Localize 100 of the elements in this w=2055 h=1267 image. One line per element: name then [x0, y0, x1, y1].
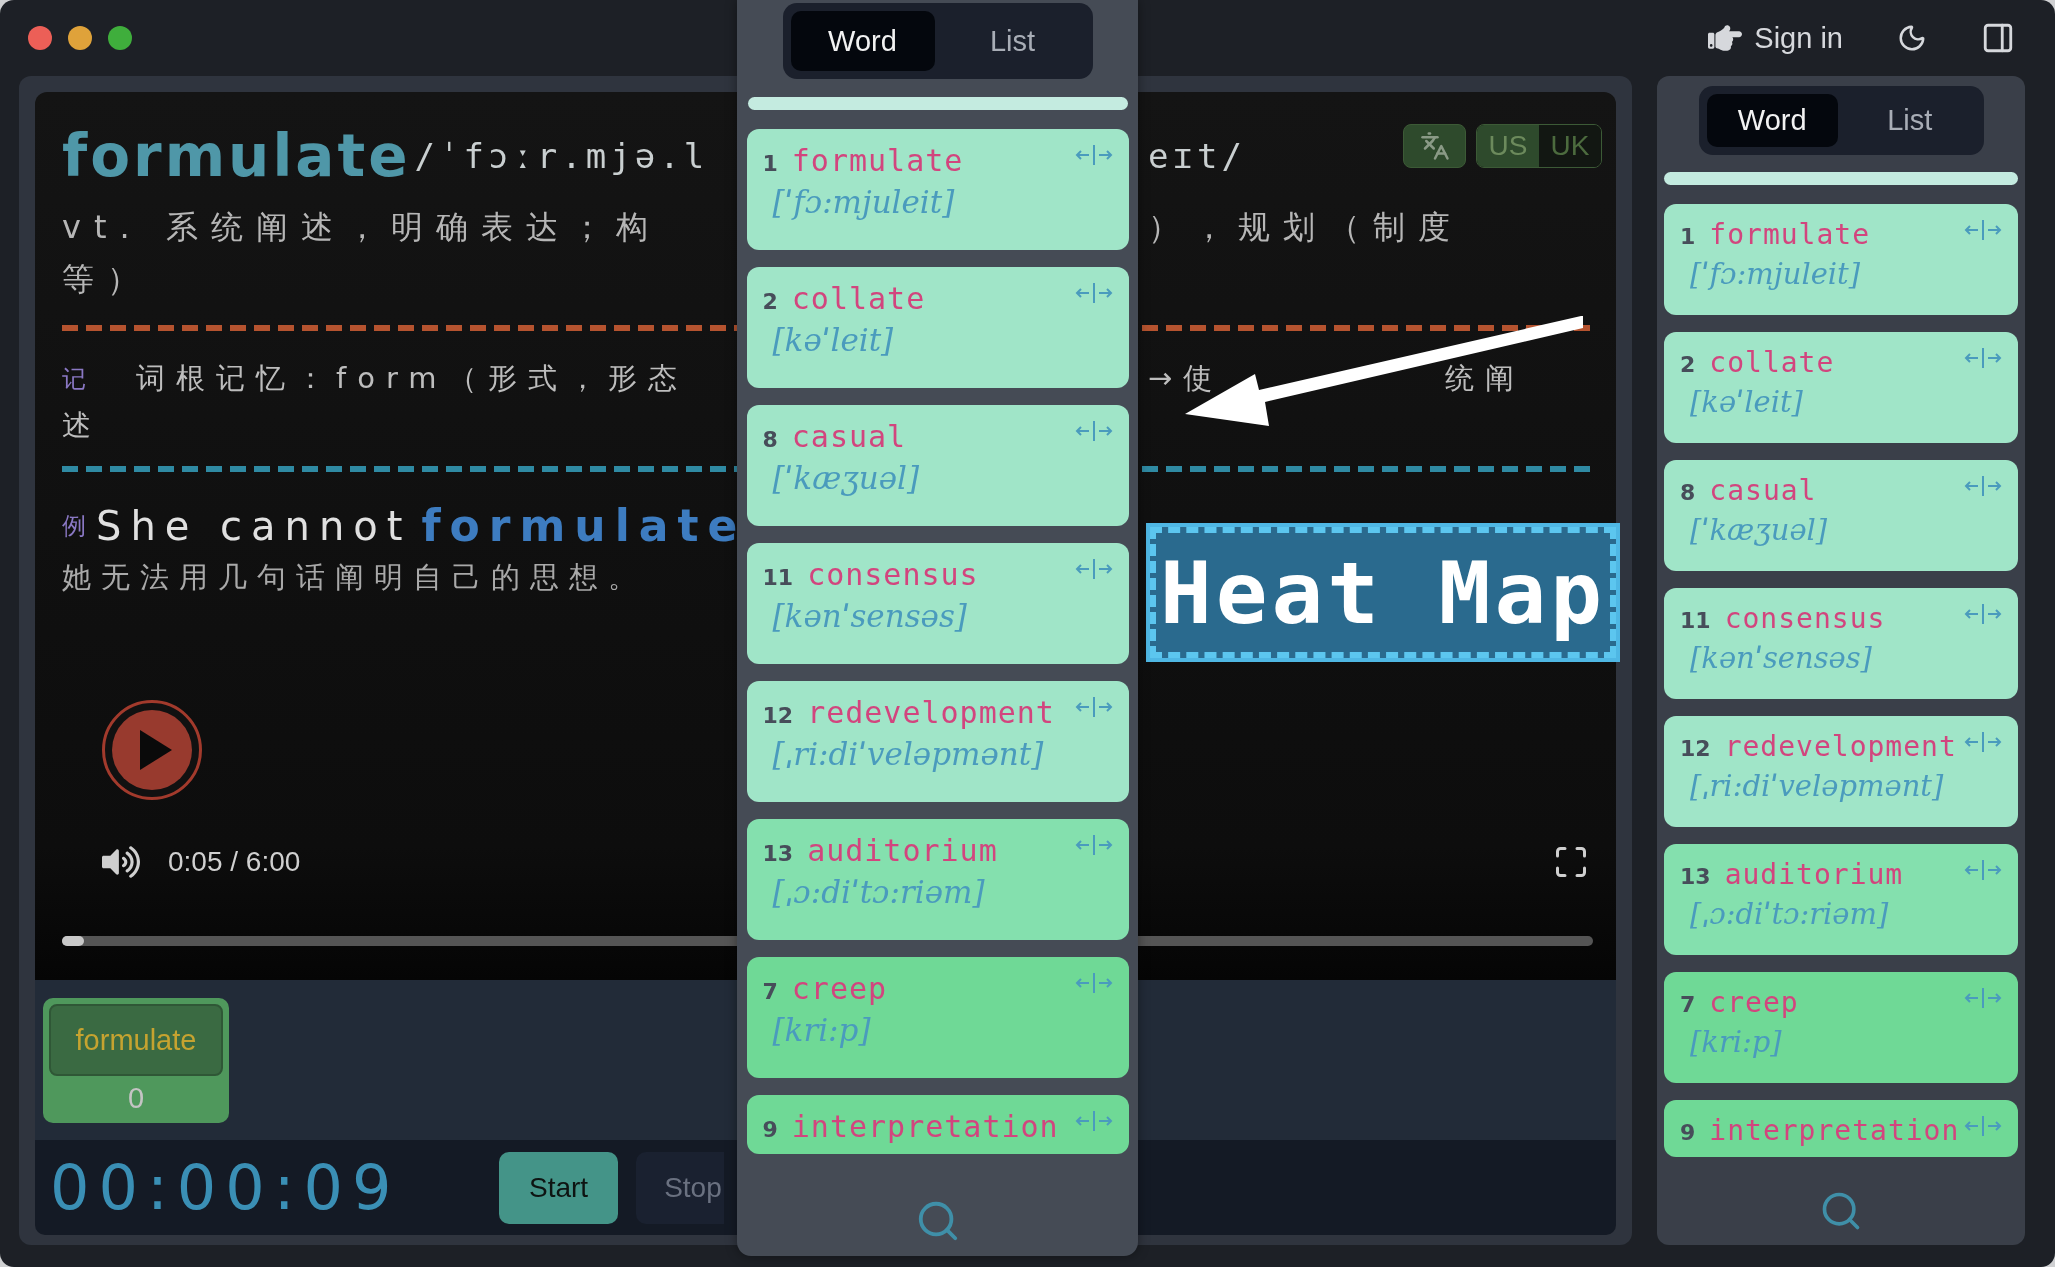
mnemonic-tag: 记 [62, 363, 122, 395]
phonetic-text: [ˈkæʒuəl] [1689, 513, 1829, 547]
definition-text: 等） [62, 259, 152, 300]
split-arrows-icon[interactable] [1964, 1114, 2002, 1138]
word-number: 2 [762, 289, 778, 314]
word-number: 8 [1680, 480, 1696, 505]
word-card[interactable]: 7 creep [kri:p] [1664, 972, 2018, 1083]
phonetic-text: [ˈfɔ:mjuleit] [1689, 257, 1862, 291]
word-text: casual [791, 419, 907, 454]
split-arrows-icon[interactable] [1964, 986, 2002, 1010]
translate-button[interactable] [1403, 124, 1466, 168]
word-number: 7 [762, 979, 778, 1004]
phonetic-text: [kəˈleit] [771, 322, 895, 358]
split-arrows-icon[interactable] [1964, 346, 2002, 370]
word-number: 7 [1680, 992, 1696, 1017]
translate-icon [1419, 131, 1450, 161]
moon-icon[interactable] [1897, 23, 1927, 53]
view-tab[interactable]: List [1844, 94, 1976, 147]
example-tag: 例 [62, 509, 86, 542]
mnemonic-text: 述 [62, 407, 102, 444]
word-card[interactable]: 8 casual [ˈkæʒuəl] [1664, 460, 2018, 571]
split-arrows-icon[interactable] [1964, 218, 2002, 242]
word-number: 8 [762, 427, 778, 452]
word-number: 1 [762, 151, 778, 176]
mnemonic-text: 统阐 [1445, 360, 1526, 397]
sidebar-toggle-icon[interactable] [1981, 21, 2015, 55]
phonetic-text: [kri:p] [1689, 1025, 1783, 1059]
word-card[interactable]: 7 creep [kri:p] [746, 957, 1129, 1078]
split-arrows-icon[interactable] [1074, 1109, 1113, 1133]
phonetic-text: [kənˈsensəs] [771, 598, 968, 634]
word-text: consensus [807, 557, 979, 592]
word-number: 2 [1680, 352, 1696, 377]
word-card[interactable]: 1 formulate [ˈfɔ:mjuleit] [1664, 204, 2018, 315]
word-card[interactable]: 13 auditorium [ˌɔ:diˈtɔ:riəm] [1664, 844, 2018, 955]
stop-button[interactable]: Stop [636, 1151, 724, 1224]
word-number: 11 [762, 565, 794, 590]
word-card[interactable]: 2 collate [kəˈleit] [1664, 332, 2018, 443]
view-tab[interactable]: List [940, 11, 1085, 71]
word-text: interpretation [1709, 1114, 1960, 1147]
word-text: interpretation [791, 1109, 1059, 1144]
phonetic-text: [kri:p] [771, 1012, 872, 1048]
word-number: 12 [762, 703, 794, 728]
word-card[interactable]: 9 interpretation [1664, 1100, 2018, 1157]
view-tab[interactable]: Word [790, 11, 935, 71]
word-card[interactable]: 1 formulate [ˈfɔ:mjuleit] [746, 129, 1129, 250]
split-arrows-icon[interactable] [1964, 602, 2002, 626]
phonetic-text: [ˌri:diˈveləpmənt] [771, 736, 1045, 772]
word-card[interactable]: 11 consensus [kənˈsensəs] [1664, 588, 2018, 699]
split-arrows-icon[interactable] [1074, 971, 1113, 995]
word-number: 13 [1680, 864, 1711, 889]
sign-in-button[interactable]: Sign in [1708, 21, 1843, 55]
view-tab[interactable]: Word [1706, 94, 1838, 147]
split-arrows-icon[interactable] [1074, 557, 1113, 581]
split-arrows-icon[interactable] [1074, 695, 1113, 719]
word-card[interactable]: 2 collate [kəˈleit] [746, 267, 1129, 388]
mnemonic-text: →使 [1148, 360, 1224, 397]
word-card[interactable]: 12 redevelopment [ˌri:diˈveləpmənt] [746, 681, 1129, 802]
highlighted-word: formulate [421, 500, 747, 551]
split-arrows-icon[interactable] [1074, 143, 1113, 167]
phonetic-text: [ˌri:diˈveləpmənt] [1689, 769, 1945, 803]
split-arrows-icon[interactable] [1964, 730, 2002, 754]
word-card[interactable]: 12 redevelopment [ˌri:diˈveləpmənt] [1664, 716, 2018, 827]
word-number: 13 [762, 841, 794, 866]
word-card[interactable]: 13 auditorium [ˌɔ:diˈtɔ:riəm] [746, 819, 1129, 940]
close-icon[interactable] [28, 26, 52, 50]
phonetic-text: eɪt/ [1148, 136, 1246, 176]
word-number: 9 [1680, 1120, 1696, 1145]
word-text: collate [791, 281, 926, 316]
chip-count: 0 [127, 1082, 145, 1115]
phonetic-text: /ˈfɔːr.mjə.l [414, 136, 709, 176]
word-card[interactable]: 8 casual [ˈkæʒuəl] [746, 405, 1129, 526]
fullscreen-icon[interactable] [1553, 844, 1589, 880]
word-text: consensus [1724, 602, 1886, 635]
mnemonic-text: 词根记忆：form（形式，形态 [136, 360, 688, 397]
phonetic-text: [ˌɔ:diˈtɔ:riəm] [771, 874, 986, 910]
play-icon [110, 708, 194, 792]
split-arrows-icon[interactable] [1074, 281, 1113, 305]
word-text: creep [791, 971, 888, 1006]
zoom-icon[interactable] [108, 26, 132, 50]
word-text: auditorium [807, 833, 998, 868]
word-card[interactable]: 11 consensus [kənˈsensəs] [746, 543, 1129, 664]
word-text: casual [1709, 474, 1817, 507]
split-arrows-icon[interactable] [1964, 474, 2002, 498]
split-arrows-icon[interactable] [1964, 858, 2002, 882]
split-arrows-icon[interactable] [1074, 419, 1113, 443]
minimize-icon[interactable] [68, 26, 92, 50]
word-text: redevelopment [807, 695, 1055, 730]
time-readout: 0:05 / 6:00 [168, 846, 301, 878]
definition-text: vt. 系统阐述，明确表达；构 [62, 207, 661, 248]
start-button[interactable]: Start [499, 1151, 619, 1224]
phonetic-text: [ˈfɔ:mjuleit] [771, 184, 956, 220]
accent-option[interactable]: UK [1539, 125, 1601, 167]
word-text: redevelopment [1724, 730, 1957, 763]
word-card[interactable]: 9 interpretation [746, 1095, 1129, 1154]
split-arrows-icon[interactable] [1074, 833, 1113, 857]
volume-icon[interactable] [102, 843, 140, 881]
word-number: 9 [762, 1117, 778, 1142]
example-translation: 她无法用几句话阐明自己的思想。 [62, 559, 647, 596]
phonetic-text: [kəˈleit] [1689, 385, 1804, 419]
headword: formulate [62, 122, 411, 190]
